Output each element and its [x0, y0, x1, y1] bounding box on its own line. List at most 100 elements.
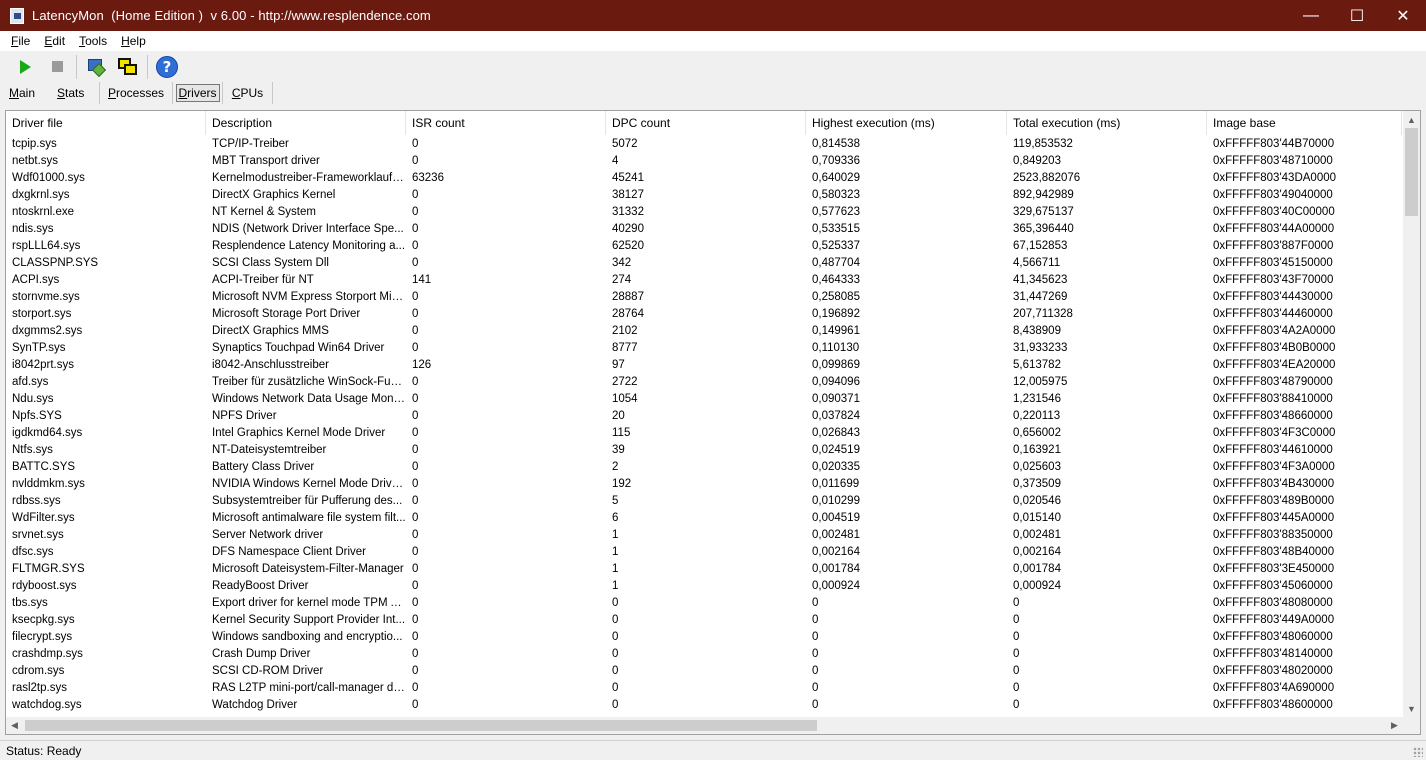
table-row[interactable]: ACPI.sys ACPI-Treiber für NT 141 274 0,46433…: [6, 272, 1402, 289]
table-row[interactable]: i8042prt.sys i8042-Anschlusstreiber 126 97 0…: [6, 357, 1402, 374]
cell-dpc-count: 45241: [612, 172, 644, 184]
table-row[interactable]: WdFilter.sys Microsoft antimalware file s…: [6, 510, 1402, 527]
table-row[interactable]: storport.sys Microsoft Storage Port Drive…: [6, 306, 1402, 323]
table-row[interactable]: stornvme.sys Microsoft NVM Express Storpo…: [6, 289, 1402, 306]
scroll-down-icon[interactable]: ▼: [1403, 700, 1420, 717]
table-row[interactable]: tbs.sys Export driver for kernel mode TPM…: [6, 595, 1402, 612]
table-row[interactable]: ksecpkg.sys Kernel Security Support Provi…: [6, 612, 1402, 629]
table-row[interactable]: ntoskrnl.exe NT Kernel & System 0 31332 0,57…: [6, 204, 1402, 221]
horizontal-scrollbar[interactable]: ◀ ▶: [6, 717, 1403, 734]
table-row[interactable]: BATTC.SYS Battery Class Driver 0 2 0,020335 0…: [6, 459, 1402, 476]
cell-isr-count: 0: [412, 444, 419, 456]
menu-tools[interactable]: Tools: [76, 34, 110, 48]
table-row[interactable]: dfsc.sys DFS Namespace Client Driver 0 1 0,0…: [6, 544, 1402, 561]
table-row[interactable]: srvnet.sys Server Network driver 0 1 0,00248…: [6, 527, 1402, 544]
table-row[interactable]: SynTP.sys Synaptics Touchpad Win64 Driver…: [6, 340, 1402, 357]
cell-total-execution: 207,711328: [1013, 308, 1073, 320]
table-row[interactable]: crashdmp.sys Crash Dump Driver 0 0 0 0 0xFFFFF…: [6, 646, 1402, 663]
tab-processes-label: Processes: [107, 86, 165, 100]
cell-image-base: 0xFFFFF803'44B70000: [1213, 138, 1335, 150]
cell-highest-execution: 0,090371: [812, 393, 860, 405]
table-row[interactable]: rdbss.sys Subsystemtreiber für Pufferung …: [6, 493, 1402, 510]
table-row[interactable]: ndis.sys NDIS (Network Driver Interface S…: [6, 221, 1402, 238]
tab-processes[interactable]: Processes: [100, 82, 173, 104]
table-row[interactable]: Ndu.sys Windows Network Data Usage Monit.…: [6, 391, 1402, 408]
horizontal-scroll-thumb[interactable]: [25, 720, 817, 731]
cell-highest-execution: 0,002164: [812, 546, 860, 558]
cell-driver-file: Wdf01000.sys: [12, 172, 85, 184]
cell-isr-count: 0: [412, 648, 419, 660]
resize-grip-icon[interactable]: [1413, 747, 1423, 757]
cell-total-execution: 0,000924: [1013, 580, 1061, 592]
cell-driver-file: WdFilter.sys: [12, 512, 75, 524]
cell-driver-file: tcpip.sys: [12, 138, 57, 150]
column-header-driver-file[interactable]: Driver file: [6, 111, 206, 135]
menu-file[interactable]: File: [8, 34, 33, 48]
cell-isr-count: 0: [412, 699, 419, 711]
cell-total-execution: 67,152853: [1013, 240, 1068, 252]
tab-stats[interactable]: Stats: [50, 82, 100, 104]
table-row[interactable]: rdyboost.sys ReadyBoost Driver 0 1 0,000924 0…: [6, 578, 1402, 595]
cell-driver-file: storport.sys: [12, 308, 72, 320]
cell-highest-execution: 0,709336: [812, 155, 860, 167]
stop-button[interactable]: [44, 54, 70, 80]
cell-total-execution: 0,002164: [1013, 546, 1061, 558]
table-row[interactable]: cdrom.sys SCSI CD-ROM Driver 0 0 0 0 0xFFFFF80…: [6, 663, 1402, 680]
help-button[interactable]: ?: [154, 54, 180, 80]
cell-highest-execution: 0,533515: [812, 223, 860, 235]
column-header-highest-execution[interactable]: Highest execution (ms): [806, 111, 1007, 135]
table-row[interactable]: Ntfs.sys NT-Dateisystemtreiber 0 39 0,024519…: [6, 442, 1402, 459]
table-row[interactable]: FLTMGR.SYS Microsoft Dateisystem-Filter-M…: [6, 561, 1402, 578]
table-row[interactable]: CLASSPNP.SYS SCSI Class System Dll 0 342 0,4…: [6, 255, 1402, 272]
cell-dpc-count: 1: [612, 546, 619, 558]
table-row[interactable]: tcpip.sys TCP/IP-Treiber 0 5072 0,814538 119,…: [6, 136, 1402, 153]
table-row[interactable]: watchdog.sys Watchdog Driver 0 0 0 0 0xFFFFF80…: [6, 697, 1402, 713]
vertical-scrollbar[interactable]: ▲ ▼: [1403, 111, 1420, 717]
table-row[interactable]: afd.sys Treiber für zusätzliche WinSock-F…: [6, 374, 1402, 391]
table-row[interactable]: nvlddmkm.sys NVIDIA Windows Kernel Mode D…: [6, 476, 1402, 493]
cell-dpc-count: 28887: [612, 291, 644, 303]
column-header-dpc-count[interactable]: DPC count: [606, 111, 806, 135]
cell-image-base: 0xFFFFF803'449A0000: [1213, 614, 1335, 626]
tab-cpus[interactable]: CPUs: [223, 82, 273, 104]
tab-main[interactable]: Main: [2, 82, 50, 104]
cell-total-execution: 0: [1013, 648, 1020, 660]
start-button[interactable]: [12, 54, 38, 80]
windows-button[interactable]: [115, 54, 141, 80]
cell-driver-file: CLASSPNP.SYS: [12, 257, 99, 269]
column-header-description[interactable]: Description: [206, 111, 406, 135]
menu-edit[interactable]: Edit: [41, 34, 68, 48]
scroll-right-icon[interactable]: ▶: [1386, 717, 1403, 734]
minimize-button[interactable]: —: [1288, 0, 1334, 31]
cell-isr-count: 0: [412, 631, 419, 643]
menu-help[interactable]: Help: [118, 34, 149, 48]
tool-button[interactable]: [83, 54, 109, 80]
drivers-list[interactable]: Driver file Description ISR count DPC co…: [5, 110, 1421, 735]
table-row[interactable]: igdkmd64.sys Intel Graphics Kernel Mode D…: [6, 425, 1402, 442]
table-row[interactable]: Npfs.SYS NPFS Driver 0 20 0,037824 0,220113 0x…: [6, 408, 1402, 425]
column-header-total-execution[interactable]: Total execution (ms): [1007, 111, 1207, 135]
app-icon[interactable]: [10, 7, 24, 24]
cell-description: RAS L2TP mini-port/call-manager dri...: [212, 682, 406, 694]
cell-description: DirectX Graphics MMS: [212, 325, 329, 337]
cell-highest-execution: 0,149961: [812, 325, 860, 337]
table-row[interactable]: dxgkrnl.sys DirectX Graphics Kernel 0 38127…: [6, 187, 1402, 204]
maximize-button[interactable]: ☐: [1334, 0, 1380, 31]
cell-description: Kernel Security Support Provider Int...: [212, 614, 406, 626]
column-header-isr-count[interactable]: ISR count: [406, 111, 606, 135]
tab-drivers[interactable]: Drivers: [173, 82, 223, 104]
cell-isr-count: 0: [412, 529, 419, 541]
table-row[interactable]: netbt.sys MBT Transport driver 0 4 0,709336 0…: [6, 153, 1402, 170]
table-row[interactable]: rspLLL64.sys Resplendence Latency Monitor…: [6, 238, 1402, 255]
cell-highest-execution: 0,640029: [812, 172, 860, 184]
scroll-left-icon[interactable]: ◀: [6, 717, 23, 734]
scroll-up-icon[interactable]: ▲: [1403, 111, 1420, 128]
table-row[interactable]: dxgmms2.sys DirectX Graphics MMS 0 2102 0,14…: [6, 323, 1402, 340]
table-row[interactable]: filecrypt.sys Windows sandboxing and encr…: [6, 629, 1402, 646]
close-button[interactable]: ✕: [1380, 0, 1426, 31]
cell-dpc-count: 39: [612, 444, 625, 456]
table-row[interactable]: rasl2tp.sys RAS L2TP mini-port/call-manag…: [6, 680, 1402, 697]
vertical-scroll-thumb[interactable]: [1405, 128, 1418, 216]
column-header-image-base[interactable]: Image base: [1207, 111, 1402, 135]
table-row[interactable]: Wdf01000.sys Kernelmodustreiber-Framework…: [6, 170, 1402, 187]
